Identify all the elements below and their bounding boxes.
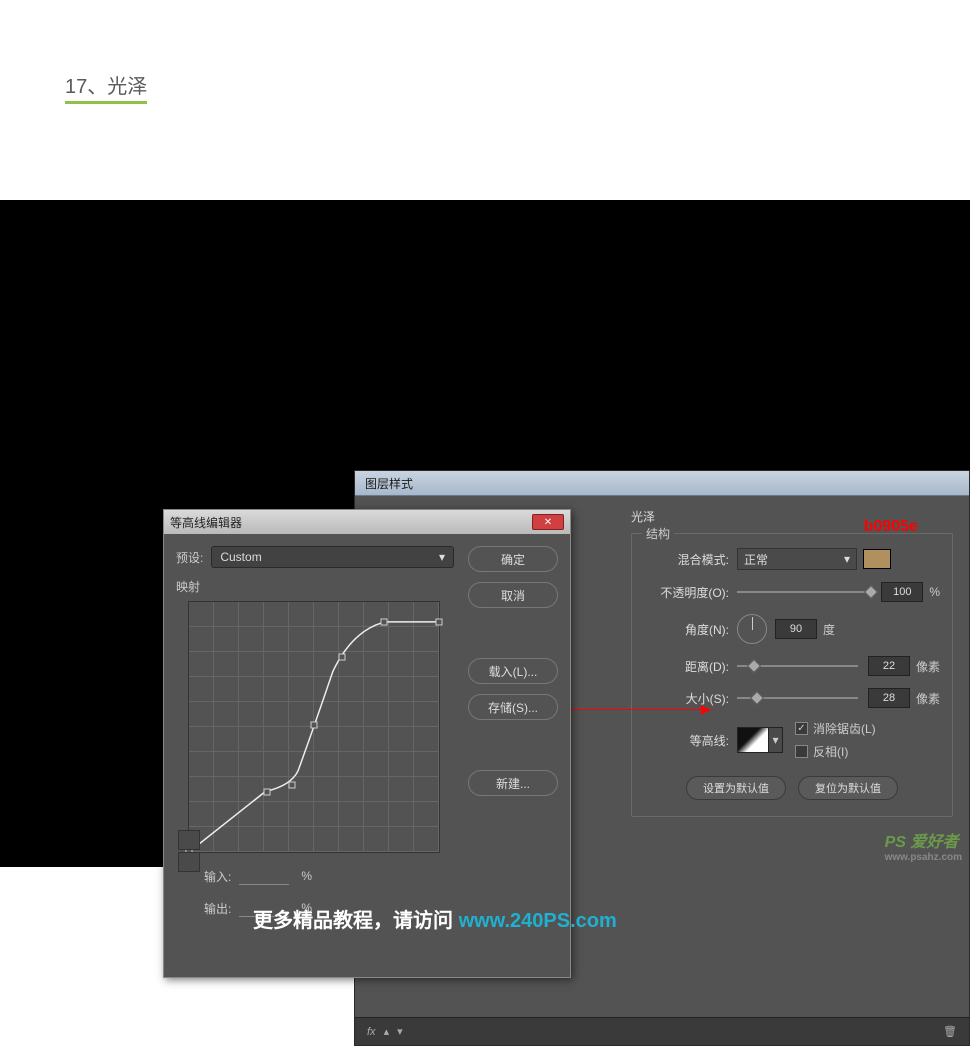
reset-default-button[interactable]: 复位为默认值 <box>798 776 898 800</box>
invert-label: 反相(I) <box>813 743 848 760</box>
trash-icon[interactable]: 🗑 <box>943 1025 957 1038</box>
distance-slider[interactable] <box>737 665 858 667</box>
contour-thumbnail[interactable] <box>737 727 769 753</box>
angle-input[interactable] <box>775 619 817 639</box>
size-label: 大小(S): <box>644 690 729 707</box>
blend-mode-label: 混合模式: <box>644 551 729 568</box>
size-input[interactable] <box>868 688 910 708</box>
structure-fieldset: 结构 混合模式: 正常 ▾ 不透明度(O): % <box>631 533 953 817</box>
preset-label: 预设: <box>176 549 203 566</box>
fx-label: fx <box>367 1026 376 1038</box>
layer-style-footer: fx ▴ ▾ 🗑 <box>355 1017 969 1045</box>
load-button[interactable]: 载入(L)... <box>468 658 558 684</box>
size-slider[interactable] <box>737 697 858 699</box>
close-button[interactable]: ✕ <box>532 514 564 530</box>
chevron-down-icon: ▾ <box>439 550 445 564</box>
input-label: 输入: <box>204 868 231 885</box>
blend-mode-value: 正常 <box>744 551 768 568</box>
opacity-input[interactable] <box>881 582 923 602</box>
distance-label: 距离(D): <box>644 658 729 675</box>
structure-label: 结构 <box>642 525 674 542</box>
watermark-main: PS 爱好者 <box>885 834 959 851</box>
opacity-unit: % <box>929 585 940 599</box>
distance-unit: 像素 <box>916 658 940 675</box>
arrow-up-icon[interactable]: ▴ <box>384 1025 390 1038</box>
watermark: PS 爱好者 www.psahz.com <box>885 828 962 863</box>
antialias-checkbox[interactable]: ✓ <box>795 722 808 735</box>
contour-label: 等高线: <box>644 732 729 749</box>
angle-dial[interactable] <box>737 614 767 644</box>
close-icon: ✕ <box>544 517 552 528</box>
save-button[interactable]: 存储(S)... <box>468 694 558 720</box>
opacity-slider[interactable] <box>737 591 871 593</box>
distance-input[interactable] <box>868 656 910 676</box>
size-unit: 像素 <box>916 690 940 707</box>
preset-value: Custom <box>220 550 261 564</box>
angle-unit: 度 <box>823 621 835 638</box>
input-field[interactable] <box>239 867 289 885</box>
opacity-label: 不透明度(O): <box>644 584 729 601</box>
invert-checkbox[interactable] <box>795 745 808 758</box>
promo-url: www.240PS.com <box>459 910 617 932</box>
step-title: 17、光泽 <box>65 70 147 104</box>
arrow-down-icon[interactable]: ▾ <box>397 1025 403 1038</box>
watermark-sub: www.psahz.com <box>885 852 962 863</box>
blend-color-swatch[interactable] <box>863 549 891 569</box>
cancel-button[interactable]: 取消 <box>468 582 558 608</box>
chevron-down-icon: ▾ <box>844 552 850 566</box>
contour-editor-title: 等高线编辑器 <box>170 514 242 531</box>
curve-tool-icon[interactable] <box>178 830 200 850</box>
layer-style-title: 图层样式 <box>365 477 413 491</box>
promo-label: 更多精品教程，请访问 <box>253 910 459 932</box>
input-unit: % <box>301 869 312 883</box>
antialias-label: 消除锯齿(L) <box>813 720 876 737</box>
output-label: 输出: <box>204 900 231 917</box>
contour-titlebar[interactable]: 等高线编辑器 ✕ <box>164 510 570 534</box>
workspace-bg: 图层样式 光泽 结构 混合模式: 正常 ▾ 不 <box>0 200 970 867</box>
layer-style-titlebar[interactable]: 图层样式 <box>355 471 969 496</box>
promo-text: 更多精品教程，请访问 www.240PS.com <box>253 904 617 933</box>
contour-dropdown[interactable]: ▾ <box>769 727 783 753</box>
preset-select[interactable]: Custom ▾ <box>211 546 454 568</box>
map-label: 映射 <box>176 578 454 595</box>
blend-mode-select[interactable]: 正常 ▾ <box>737 548 857 570</box>
color-annotation: b0905e <box>864 518 918 536</box>
new-button[interactable]: 新建... <box>468 770 558 796</box>
chevron-down-icon: ▾ <box>772 733 778 747</box>
contour-grid[interactable] <box>188 601 440 853</box>
ok-button[interactable]: 确定 <box>468 546 558 572</box>
set-default-button[interactable]: 设置为默认值 <box>686 776 786 800</box>
angle-label: 角度(N): <box>644 621 729 638</box>
pencil-tool-icon[interactable] <box>178 852 200 872</box>
